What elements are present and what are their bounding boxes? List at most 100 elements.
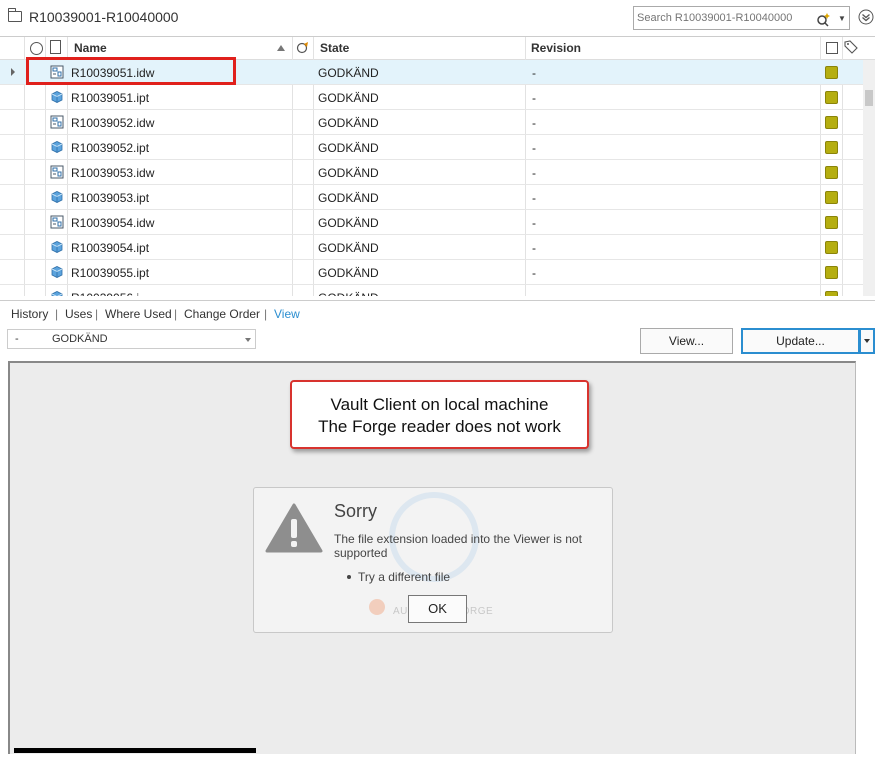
version-revision: - xyxy=(15,333,19,345)
search-options-dropdown[interactable]: ▼ xyxy=(837,11,847,27)
bullet-dot xyxy=(347,575,351,579)
file-revision: - xyxy=(532,91,536,105)
header-bar: R10039001-R10040000 ▼ xyxy=(0,0,875,36)
tab-uses[interactable]: Uses xyxy=(65,307,92,321)
file-name: R10039056.i xyxy=(71,291,139,296)
table-row[interactable]: R10039054.idw GODKÄND - xyxy=(0,210,863,235)
column-header-revision[interactable]: Revision xyxy=(531,41,581,55)
error-dialog: Sorry The file extension loaded into the… xyxy=(253,487,613,633)
file-name: R10039053.idw xyxy=(71,166,155,180)
state-color-swatch xyxy=(825,66,838,79)
part-file-icon xyxy=(51,141,63,153)
file-state: GODKÄND xyxy=(318,166,379,180)
table-row[interactable]: R10039053.idw GODKÄND - xyxy=(0,160,863,185)
state-color-swatch xyxy=(825,291,838,296)
state-color-swatch xyxy=(825,116,838,129)
column-header-state[interactable]: State xyxy=(320,41,349,55)
file-revision: - xyxy=(532,291,536,296)
callout-line-2: The Forge reader does not work xyxy=(318,417,561,436)
part-file-icon xyxy=(51,266,63,278)
dropdown-arrow-icon[interactable] xyxy=(245,338,251,342)
viewer-footer xyxy=(0,754,875,770)
state-color-swatch xyxy=(825,91,838,104)
column-header-name[interactable]: Name xyxy=(74,41,107,55)
checkbox-column-icon[interactable] xyxy=(826,42,838,54)
file-revision: - xyxy=(532,266,536,280)
row-pointer-icon xyxy=(11,68,15,76)
forge-logo-icon xyxy=(369,599,385,615)
file-state: GODKÄND xyxy=(318,266,379,280)
callout-line-1: Vault Client on local machine xyxy=(330,395,549,414)
table-row[interactable]: R10039055.ipt GODKÄND - xyxy=(0,260,863,285)
table-row[interactable]: R10039052.ipt GODKÄND - xyxy=(0,135,863,160)
search-input[interactable] xyxy=(637,10,809,26)
folder-title: R10039001-R10040000 xyxy=(29,9,179,25)
file-revision: - xyxy=(532,166,536,180)
state-color-swatch xyxy=(825,166,838,179)
version-state: GODKÄND xyxy=(52,333,108,345)
file-state: GODKÄND xyxy=(318,216,379,230)
part-file-icon xyxy=(51,191,63,203)
selected-file-highlight xyxy=(26,57,236,85)
scrollbar-thumb[interactable] xyxy=(865,90,873,106)
vault-client-window: R10039001-R10040000 ▼ Name xyxy=(0,0,875,770)
file-revision: - xyxy=(532,191,536,205)
state-color-swatch xyxy=(825,266,838,279)
status-circle-icon[interactable] xyxy=(30,42,43,55)
file-name: R10039052.idw xyxy=(71,116,155,130)
file-state: GODKÄND xyxy=(318,66,379,80)
part-file-icon xyxy=(51,91,63,103)
search-icon[interactable] xyxy=(816,11,832,27)
tab-separator: | xyxy=(95,307,99,321)
table-row[interactable]: R10039056.i GODKÄND - xyxy=(0,285,863,296)
dialog-title: Sorry xyxy=(334,501,378,521)
vertical-scrollbar[interactable] xyxy=(863,60,875,296)
state-color-swatch xyxy=(825,216,838,229)
sort-ascending-icon xyxy=(277,45,285,51)
table-row[interactable]: R10039053.ipt GODKÄND - xyxy=(0,185,863,210)
drawing-file-icon xyxy=(50,115,64,129)
file-revision: - xyxy=(532,116,536,130)
update-dropdown-button[interactable] xyxy=(859,328,875,354)
file-name: R10039055.ipt xyxy=(71,266,150,280)
file-state: GODKÄND xyxy=(318,116,379,130)
state-color-swatch xyxy=(825,141,838,154)
file-state: GODKÄND xyxy=(318,191,379,205)
file-revision: - xyxy=(532,216,536,230)
file-state: GODKÄND xyxy=(318,291,379,296)
tab-separator: | xyxy=(174,307,178,321)
file-name: R10039054.ipt xyxy=(71,241,150,255)
warning-icon xyxy=(265,503,323,553)
tab-view[interactable]: View xyxy=(274,307,300,321)
dialog-message: The file extension loaded into the Viewe… xyxy=(334,532,582,560)
tab-where-used[interactable]: Where Used xyxy=(105,307,172,321)
file-revision: - xyxy=(532,141,536,155)
lifecycle-icon[interactable] xyxy=(296,41,310,55)
view-button[interactable]: View... xyxy=(640,328,733,354)
table-row[interactable]: R10039052.idw GODKÄND - xyxy=(0,110,863,135)
search-box[interactable]: ▼ xyxy=(633,6,850,30)
tab-separator: | xyxy=(264,307,268,321)
tag-icon[interactable] xyxy=(844,40,858,54)
update-button[interactable]: Update... xyxy=(741,328,860,354)
tab-change-order[interactable]: Change Order xyxy=(184,307,260,321)
loading-progress-bar xyxy=(14,748,256,753)
state-color-swatch xyxy=(825,241,838,254)
tab-separator: | xyxy=(55,307,59,321)
file-revision: - xyxy=(532,241,536,255)
folder-icon xyxy=(8,8,22,22)
part-file-icon xyxy=(51,241,63,253)
tab-history[interactable]: History xyxy=(11,307,48,321)
table-row[interactable]: R10039051.ipt GODKÄND - xyxy=(0,85,863,110)
collapse-chevron-icon[interactable] xyxy=(858,9,874,25)
table-row[interactable]: R10039054.ipt GODKÄND - xyxy=(0,235,863,260)
annotation-callout: Vault Client on local machine The Forge … xyxy=(290,380,589,449)
file-name: R10039052.ipt xyxy=(71,141,150,155)
version-select[interactable]: - GODKÄND xyxy=(7,329,256,349)
document-icon[interactable] xyxy=(50,40,61,54)
file-state: GODKÄND xyxy=(318,91,379,105)
file-name: R10039051.ipt xyxy=(71,91,150,105)
state-color-swatch xyxy=(825,191,838,204)
ok-button[interactable]: OK xyxy=(408,595,467,623)
drawing-file-icon xyxy=(50,215,64,229)
